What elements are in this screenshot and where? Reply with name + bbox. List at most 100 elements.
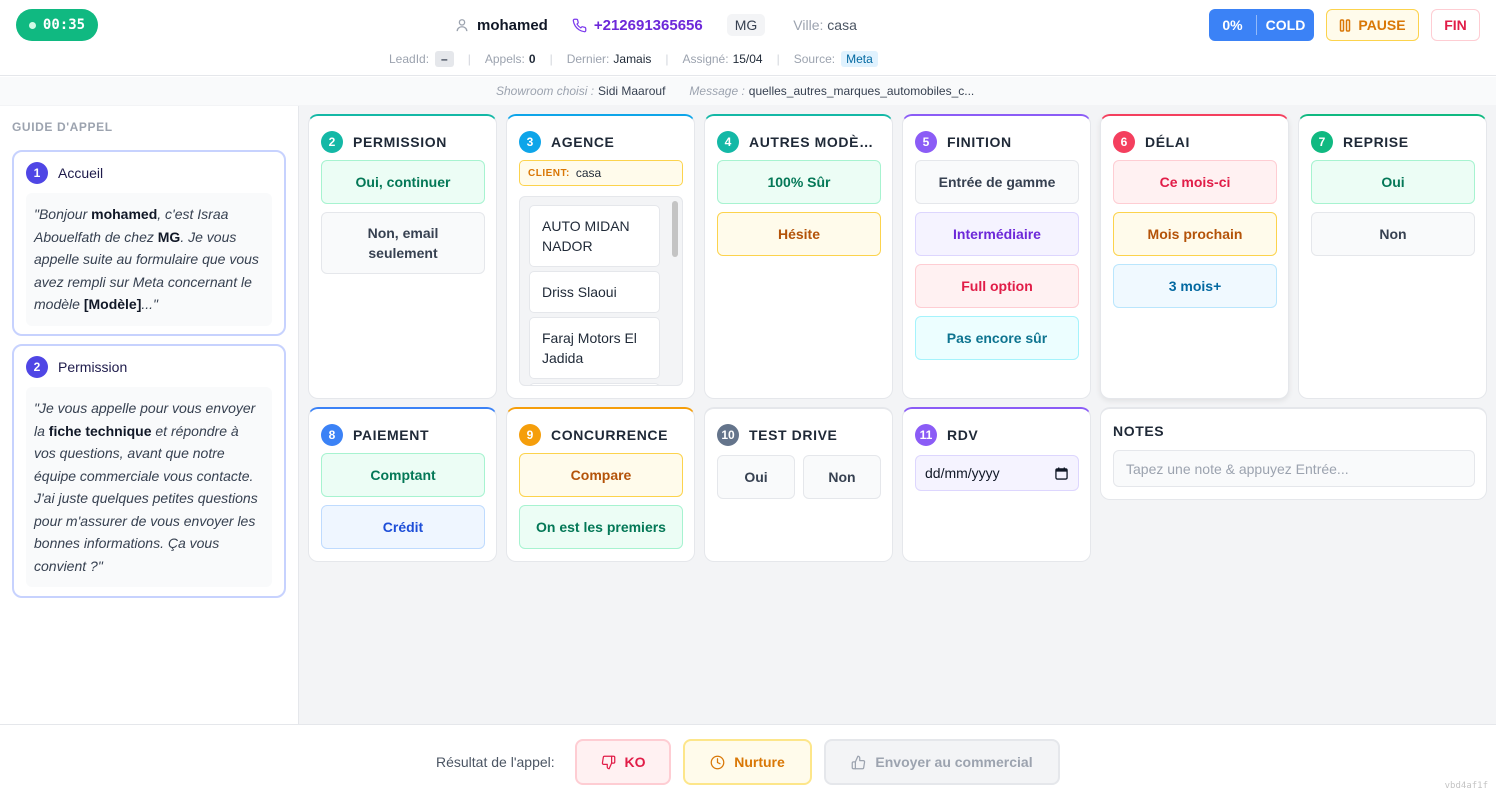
card-number: 8 bbox=[321, 424, 343, 446]
assigne-value: 15/04 bbox=[732, 52, 763, 66]
card-permission: 2 PERMISSION Oui, continuer Non, email s… bbox=[308, 114, 497, 399]
meta-divider: | bbox=[776, 52, 780, 66]
lead-summary: mohamed +212691365656 MG Ville: casa bbox=[455, 14, 857, 36]
notes-input[interactable]: Tapez une note & appuyez Entrée... bbox=[1113, 450, 1475, 487]
version-tag: vbd4af1f bbox=[1444, 781, 1488, 791]
option-hesite[interactable]: Hésite bbox=[717, 212, 881, 256]
option-entree-de-gamme[interactable]: Entrée de gamme bbox=[915, 160, 1079, 204]
lead-score-badge: 0% COLD bbox=[1209, 9, 1314, 41]
card-header: 10 TEST DRIVE bbox=[705, 409, 892, 447]
qualification-board: 2 PERMISSION Oui, continuer Non, email s… bbox=[299, 106, 1496, 724]
agency-list[interactable]: AUTO MIDAN NADOR Driss Slaoui Faraj Moto… bbox=[519, 196, 683, 386]
agency-item[interactable]: Driss Slaoui bbox=[529, 271, 660, 313]
lead-user: mohamed bbox=[455, 17, 548, 34]
ko-button[interactable]: KO bbox=[575, 739, 671, 785]
option-reprise-oui[interactable]: Oui bbox=[1311, 160, 1475, 204]
assigne-label: Assigné: bbox=[682, 52, 729, 66]
ville-value: casa bbox=[827, 17, 857, 33]
card-title: AUTRES MODÈL... bbox=[749, 134, 880, 150]
script-part: et répondre à vos questions, avant que n… bbox=[34, 422, 258, 574]
guide-script-text: "Bonjour mohamed, c'est Israa Abouelfath… bbox=[26, 193, 272, 326]
option-test-drive-oui[interactable]: Oui bbox=[717, 455, 795, 499]
call-result-footer: Résultat de l'appel: KO Nurture Envoyer … bbox=[0, 724, 1496, 798]
card-title: TEST DRIVE bbox=[749, 427, 838, 443]
option-pas-encore-sur[interactable]: Pas encore sûr bbox=[915, 316, 1079, 360]
option-3-mois-plus[interactable]: 3 mois+ bbox=[1113, 264, 1277, 308]
option-non-email[interactable]: Non, email seulement bbox=[321, 212, 485, 274]
card-title: CONCURRENCE bbox=[551, 427, 669, 443]
step-number: 2 bbox=[26, 356, 48, 378]
option-intermediaire[interactable]: Intermédiaire bbox=[915, 212, 1079, 256]
showroom-value: Sidi Maarouf bbox=[598, 84, 666, 98]
calendar-icon[interactable] bbox=[1055, 467, 1068, 480]
ville-label: Ville: bbox=[793, 17, 824, 33]
result-label: Résultat de l'appel: bbox=[436, 754, 555, 770]
step-title: Accueil bbox=[58, 165, 104, 181]
lead-phone: +212691365656 bbox=[593, 16, 703, 34]
option-100-sur[interactable]: 100% Sûr bbox=[717, 160, 881, 204]
guide-step-header: 2 Permission bbox=[14, 346, 284, 378]
agency-list-scrollbar[interactable] bbox=[672, 201, 678, 257]
nurture-label: Nurture bbox=[734, 754, 785, 770]
lead-context-bar: Showroom choisi : Sidi Maarouf Message :… bbox=[0, 77, 1496, 106]
send-to-sales-button[interactable]: Envoyer au commercial bbox=[824, 739, 1060, 785]
step-title: Permission bbox=[58, 359, 128, 375]
rdv-date-input[interactable]: dd/mm/yyyy bbox=[915, 455, 1079, 491]
card-title: FINITION bbox=[947, 134, 1012, 150]
option-premiers[interactable]: On est les premiers bbox=[519, 505, 683, 549]
card-number: 11 bbox=[915, 424, 937, 446]
thumbs-down-icon bbox=[601, 755, 615, 769]
option-mois-prochain[interactable]: Mois prochain bbox=[1113, 212, 1277, 256]
option-oui-continuer[interactable]: Oui, continuer bbox=[321, 160, 485, 204]
card-number: 2 bbox=[321, 131, 343, 153]
lead-phone-link[interactable]: +212691365656 bbox=[572, 17, 703, 34]
card-paiement: 8 PAIEMENT Comptant Crédit bbox=[308, 407, 497, 562]
option-compare[interactable]: Compare bbox=[519, 453, 683, 497]
agency-item[interactable] bbox=[529, 383, 660, 385]
script-part: "Bonjour bbox=[34, 206, 92, 222]
card-reprise: 7 REPRISE Oui Non bbox=[1298, 114, 1487, 399]
card-delai: 6 DÉLAI Ce mois-ci Mois prochain 3 mois+ bbox=[1100, 114, 1289, 399]
script-highlight: fiche technique bbox=[48, 422, 152, 439]
clock-icon bbox=[710, 755, 725, 769]
pause-button[interactable]: PAUSE bbox=[1326, 9, 1419, 41]
option-comptant[interactable]: Comptant bbox=[321, 453, 485, 497]
client-value: casa bbox=[575, 166, 602, 180]
option-test-drive-non[interactable]: Non bbox=[803, 455, 881, 499]
card-title: REPRISE bbox=[1343, 134, 1409, 150]
showroom-label: Showroom choisi : bbox=[496, 84, 595, 98]
card-number: 6 bbox=[1113, 131, 1135, 153]
send-label: Envoyer au commercial bbox=[875, 754, 1033, 770]
appels-value: 0 bbox=[528, 52, 536, 66]
lead-city: Ville: casa bbox=[793, 17, 857, 33]
message-label: Message : bbox=[689, 84, 745, 98]
card-title: PERMISSION bbox=[353, 134, 447, 150]
timer-live-dot bbox=[28, 21, 36, 29]
option-full-option[interactable]: Full option bbox=[915, 264, 1079, 308]
lead-name: mohamed bbox=[477, 16, 548, 34]
agency-item[interactable]: AUTO MIDAN NADOR bbox=[529, 205, 660, 267]
agency-item-label: Faraj Motors El Jadida bbox=[542, 330, 637, 366]
lead-meta: LeadId: – | Appels: 0 | Dernier: Jamais … bbox=[389, 50, 878, 68]
end-call-button[interactable]: FIN bbox=[1431, 9, 1480, 41]
card-number: 10 bbox=[717, 424, 739, 446]
client-key: CLIENT: bbox=[528, 167, 570, 179]
top-bar: 00:35 mohamed +212691365656 MG Ville: ca… bbox=[0, 0, 1496, 76]
score-label: COLD bbox=[1265, 17, 1306, 33]
card-number: 7 bbox=[1311, 131, 1333, 153]
card-title: AGENCE bbox=[551, 134, 615, 150]
agency-item[interactable]: Faraj Motors El Jadida bbox=[529, 317, 660, 379]
meta-divider: | bbox=[549, 52, 553, 66]
card-number: 3 bbox=[519, 131, 541, 153]
script-lead-name: mohamed bbox=[91, 206, 158, 222]
message-value: quelles_autres_marques_automobiles_c... bbox=[748, 84, 975, 98]
card-number: 9 bbox=[519, 424, 541, 446]
script-model: [Modèle] bbox=[83, 296, 142, 312]
pause-icon bbox=[1340, 18, 1351, 32]
nurture-button[interactable]: Nurture bbox=[683, 739, 812, 785]
card-header: 5 FINITION bbox=[903, 116, 1090, 154]
option-ce-mois-ci[interactable]: Ce mois-ci bbox=[1113, 160, 1277, 204]
meta-divider: | bbox=[665, 52, 669, 66]
option-credit[interactable]: Crédit bbox=[321, 505, 485, 549]
option-reprise-non[interactable]: Non bbox=[1311, 212, 1475, 256]
